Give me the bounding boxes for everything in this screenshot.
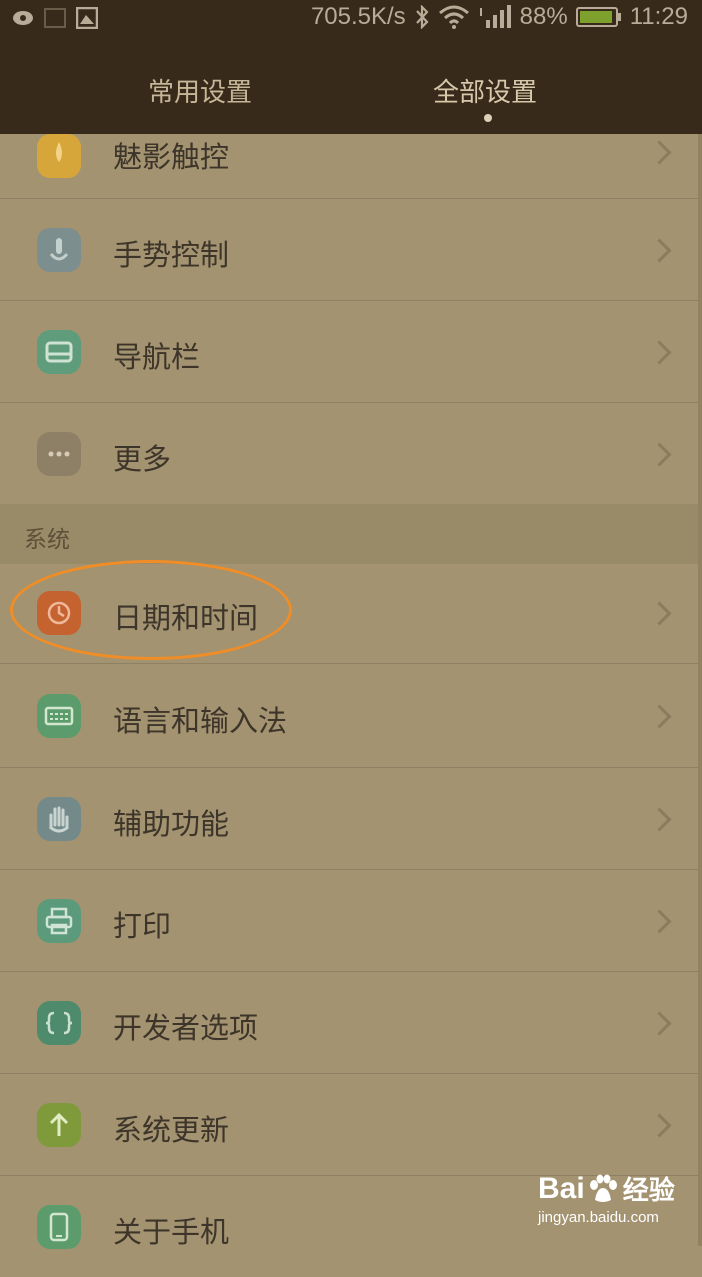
- active-tab-indicator: [484, 114, 492, 122]
- chevron-right-icon: [647, 704, 672, 729]
- settings-item-gesture-control[interactable]: 手势控制: [0, 199, 698, 301]
- clock-time: 11:29: [629, 3, 688, 30]
- signal-icon: [479, 5, 511, 28]
- chevron-right-icon: [647, 807, 672, 832]
- scrollbar-track: [698, 134, 702, 1246]
- paw-icon: [589, 1174, 617, 1202]
- settings-item-label: 魅影触控: [113, 140, 230, 174]
- baidu-jingyan-watermark: Bai 经验 jingyan.baidu.com: [538, 1170, 675, 1227]
- settings-item-label: 更多: [113, 442, 172, 476]
- chevron-right-icon: [647, 238, 672, 263]
- wifi-icon: [438, 5, 469, 29]
- chevron-right-icon: [647, 909, 672, 934]
- highlight-annotation-circle: [10, 560, 292, 660]
- chevron-right-icon: [647, 442, 672, 467]
- watermark-brand: Bai: [538, 1171, 585, 1205]
- network-speed: 705.5K/s: [310, 3, 406, 30]
- settings-item-accessibility[interactable]: 辅助功能: [0, 768, 698, 870]
- watermark-url: jingyan.baidu.com: [538, 1209, 659, 1226]
- navbar-icon: [37, 330, 81, 374]
- eye-icon: [13, 11, 33, 25]
- settings-item-label: 语言和输入法: [113, 704, 288, 738]
- battery-icon: [575, 7, 621, 27]
- chevron-right-icon: [647, 140, 672, 165]
- settings-item-navigation-bar[interactable]: 导航栏: [0, 301, 698, 403]
- settings-item-more[interactable]: 更多: [0, 403, 698, 504]
- settings-item-label: 打印: [113, 909, 172, 943]
- settings-item-label: 辅助功能: [113, 807, 230, 841]
- settings-item-developer-options[interactable]: 开发者选项: [0, 972, 698, 1074]
- chevron-right-icon: [647, 340, 672, 365]
- tab-all-settings[interactable]: 全部设置: [433, 72, 537, 109]
- status-bar: 705.5K/s 88% 11:29: [0, 0, 702, 38]
- chevron-right-icon: [647, 601, 672, 626]
- sim-icon: [44, 8, 66, 28]
- settings-item-label: 导航栏: [113, 340, 201, 374]
- settings-item-print[interactable]: 打印: [0, 870, 698, 972]
- phone-icon: [37, 1205, 81, 1249]
- settings-tabs: 常用设置 全部设置: [0, 38, 702, 134]
- hand-icon: [37, 797, 81, 841]
- settings-item-system-update[interactable]: 系统更新: [0, 1074, 698, 1176]
- gesture-icon: [37, 228, 81, 272]
- settings-item-phantom-touch[interactable]: 魅影触控: [0, 134, 698, 199]
- developer-icon: [37, 1001, 81, 1045]
- printer-icon: [37, 899, 81, 943]
- settings-item-language-input[interactable]: 语言和输入法: [0, 664, 698, 768]
- settings-item-label: 系统更新: [113, 1113, 230, 1147]
- chevron-right-icon: [647, 1011, 672, 1036]
- battery-percent: 88%: [519, 3, 568, 30]
- image-icon: [76, 7, 98, 29]
- chevron-right-icon: [647, 1113, 672, 1138]
- settings-item-label: 开发者选项: [113, 1011, 259, 1045]
- update-icon: [37, 1103, 81, 1147]
- section-header-system: 系统: [0, 504, 698, 564]
- phantom-touch-icon: [37, 134, 81, 178]
- more-icon: [37, 432, 81, 476]
- settings-item-label: 手势控制: [113, 238, 230, 272]
- section-title: 系统: [24, 527, 70, 553]
- bluetooth-icon: [415, 5, 429, 29]
- settings-item-label: 关于手机: [113, 1215, 230, 1249]
- keyboard-icon: [37, 694, 81, 738]
- watermark-jingyan: 经验: [622, 1175, 675, 1205]
- tab-common-settings[interactable]: 常用设置: [148, 72, 252, 109]
